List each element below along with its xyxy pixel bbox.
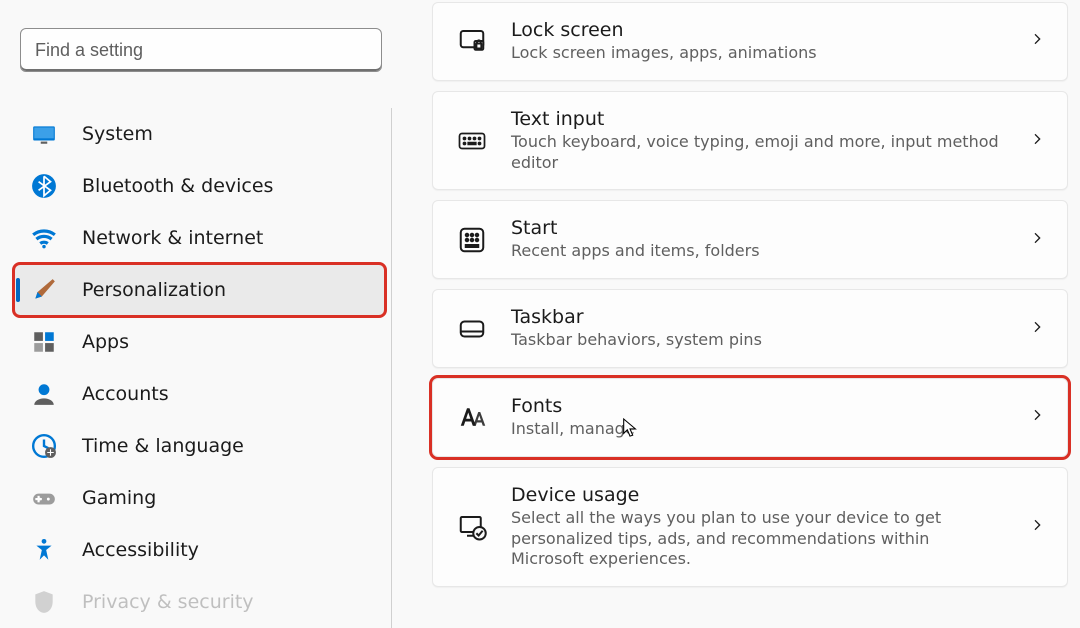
sidebar-item-personalization[interactable]: Personalization — [14, 264, 385, 316]
sidebar: System Bluetooth & devices Network & int… — [14, 0, 402, 608]
setting-text-input[interactable]: Text input Touch keyboard, voice typing,… — [432, 91, 1068, 191]
setting-title: Lock screen — [511, 19, 1007, 41]
sidebar-item-gaming[interactable]: Gaming — [14, 472, 385, 524]
accessibility-icon — [30, 536, 58, 564]
setting-taskbar[interactable]: Taskbar Taskbar behaviors, system pins — [432, 289, 1068, 368]
setting-subtitle: Install, manage — [511, 419, 1007, 440]
sidebar-item-accounts[interactable]: Accounts — [14, 368, 385, 420]
setting-subtitle: Lock screen images, apps, animations — [511, 43, 1007, 64]
taskbar-icon — [455, 312, 489, 346]
apps-icon — [30, 328, 58, 356]
bluetooth-icon — [30, 172, 58, 200]
sidebar-item-label: Bluetooth & devices — [82, 175, 273, 197]
sidebar-item-apps[interactable]: Apps — [14, 316, 385, 368]
chevron-right-icon — [1029, 131, 1045, 151]
fonts-icon — [455, 400, 489, 434]
setting-title: Device usage — [511, 484, 1007, 506]
setting-device-usage[interactable]: Device usage Select all the ways you pla… — [432, 467, 1068, 587]
setting-title: Fonts — [511, 395, 1007, 417]
setting-lock-screen[interactable]: Lock screen Lock screen images, apps, an… — [432, 2, 1068, 81]
sidebar-item-accessibility[interactable]: Accessibility — [14, 524, 385, 576]
nav-list: System Bluetooth & devices Network & int… — [14, 108, 392, 628]
device-usage-icon — [455, 510, 489, 544]
chevron-right-icon — [1029, 517, 1045, 537]
search-input[interactable] — [35, 40, 335, 61]
privacy-icon — [30, 588, 58, 616]
sidebar-item-label: Network & internet — [82, 227, 263, 249]
sidebar-item-label: Personalization — [82, 279, 226, 301]
sidebar-item-label: Time & language — [82, 435, 244, 457]
setting-title: Text input — [511, 108, 1007, 130]
sidebar-item-label: Apps — [82, 331, 129, 353]
lock-screen-icon — [455, 24, 489, 58]
cursor-icon — [621, 417, 639, 439]
keyboard-icon — [455, 124, 489, 158]
sidebar-item-time-language[interactable]: Time & language — [14, 420, 385, 472]
gaming-icon — [30, 484, 58, 512]
setting-subtitle: Taskbar behaviors, system pins — [511, 330, 1007, 351]
setting-title: Start — [511, 217, 1007, 239]
wifi-icon — [30, 224, 58, 252]
sidebar-item-system[interactable]: System — [14, 108, 385, 160]
search-field[interactable] — [20, 28, 382, 72]
setting-title: Taskbar — [511, 306, 1007, 328]
sidebar-item-label: Gaming — [82, 487, 156, 509]
settings-list: Lock screen Lock screen images, apps, an… — [402, 0, 1080, 608]
setting-subtitle: Recent apps and items, folders — [511, 241, 1007, 262]
sidebar-item-label: Accessibility — [82, 539, 199, 561]
system-icon — [30, 120, 58, 148]
sidebar-item-label: System — [82, 123, 153, 145]
setting-subtitle: Touch keyboard, voice typing, emoji and … — [511, 132, 1007, 174]
setting-subtitle: Select all the ways you plan to use your… — [511, 508, 1007, 570]
setting-start[interactable]: Start Recent apps and items, folders — [432, 200, 1068, 279]
sidebar-item-bluetooth[interactable]: Bluetooth & devices — [14, 160, 385, 212]
chevron-right-icon — [1029, 230, 1045, 250]
sidebar-item-label: Privacy & security — [82, 591, 254, 613]
chevron-right-icon — [1029, 407, 1045, 427]
setting-fonts[interactable]: Fonts Install, manage — [432, 378, 1068, 457]
sidebar-item-privacy[interactable]: Privacy & security — [14, 576, 385, 628]
sidebar-item-label: Accounts — [82, 383, 169, 405]
sidebar-item-network[interactable]: Network & internet — [14, 212, 385, 264]
start-icon — [455, 223, 489, 257]
chevron-right-icon — [1029, 31, 1045, 51]
accounts-icon — [30, 380, 58, 408]
time-language-icon — [30, 432, 58, 460]
paintbrush-icon — [30, 276, 58, 304]
chevron-right-icon — [1029, 319, 1045, 339]
